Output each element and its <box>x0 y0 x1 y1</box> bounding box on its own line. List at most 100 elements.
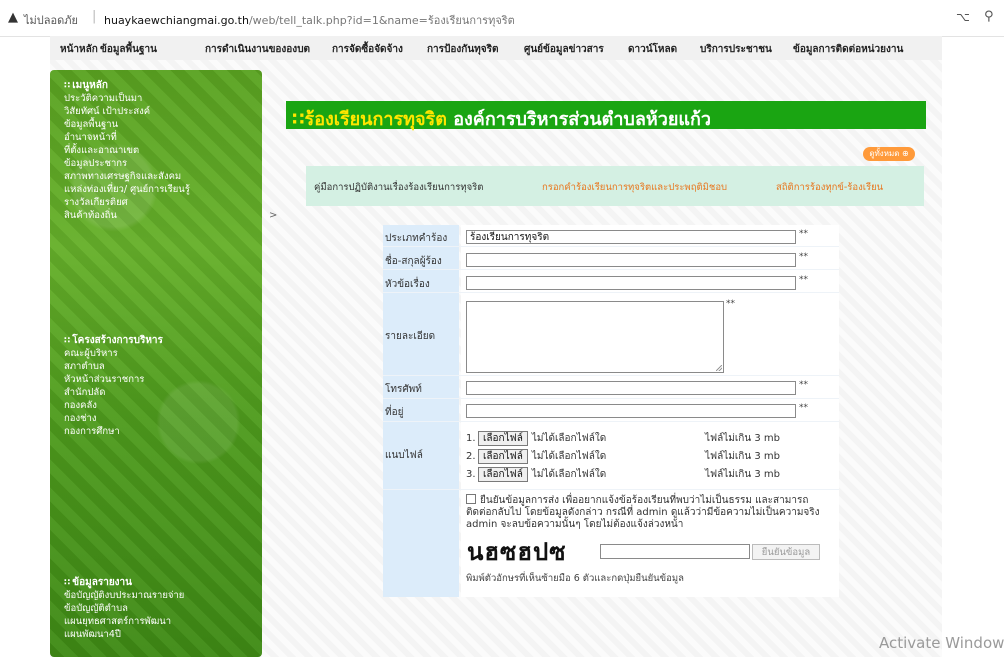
subject-label: หัวข้อเรื่อง <box>385 279 430 290</box>
required-mark: ** <box>799 380 808 390</box>
nav-item-contact[interactable]: ข้อมูลการติดต่อหน่วยงาน <box>793 42 903 57</box>
sidebar-item[interactable]: ข้อมูลพื้นฐาน <box>64 118 254 131</box>
nav-item-operations[interactable]: การดำเนินงานขององบต <box>205 42 310 57</box>
captcha-input[interactable] <box>600 544 750 559</box>
sidebar-item[interactable]: แผนยุทธศาสตร์การพัฒนา <box>64 615 254 628</box>
security-status[interactable]: ไม่ปลอดภัย <box>24 11 78 29</box>
grid-icon: ∷ <box>292 109 305 130</box>
nav-item-procurement[interactable]: การจัดซื้อจัดจ้าง <box>332 42 403 57</box>
page-title-bar: ∷ร้องเรียนการทุจริต องค์การบริหารส่วนตำบ… <box>286 101 926 130</box>
warning-icon[interactable]: ▲ <box>8 10 18 25</box>
complaint-form: ประเภทคำร้อง ร้องเรียนการทุจริต ** ชื่อ-… <box>383 225 839 597</box>
nav-item-anti-corruption[interactable]: การป้องกันทุจริต <box>427 42 498 57</box>
captcha-hint: พิมพ์ตัวอักษรที่เห็นซ้ายมือ 6 ตัวและกดปุ… <box>466 573 684 584</box>
required-mark: ** <box>799 403 808 413</box>
required-mark: ** <box>726 299 735 309</box>
sidebar-main-menu: ∷ เมนูหลัก ประวัติความเป็นมา วิสัยทัศน์ เ… <box>64 80 254 222</box>
row-divider <box>383 375 839 376</box>
confirm-submit-button[interactable]: ยืนยันข้อมูล <box>752 544 820 560</box>
nav-item-info-center[interactable]: ศูนย์ข้อมูลข่าวสาร <box>524 42 604 57</box>
tab-statistics[interactable]: สถิติการร้องทุกข์-ร้องเรียน <box>776 180 883 195</box>
confirm-checkbox[interactable] <box>466 494 476 504</box>
attach-label: แนบไฟล์ <box>385 450 423 461</box>
phone-input[interactable] <box>466 381 796 395</box>
page-title: ∷ร้องเรียนการทุจริต องค์การบริหารส่วนตำบ… <box>292 109 712 130</box>
nav-item-public-service[interactable]: บริการประชาชน <box>700 42 772 57</box>
choose-file-button[interactable]: เลือกไฟล์ <box>478 467 528 482</box>
nav-item-download[interactable]: ดาวน์โหลด <box>628 42 677 57</box>
phone-label: โทรศัพท์ <box>385 384 422 395</box>
sidebar-item[interactable]: สินค้าท้องถิ่น <box>64 209 254 222</box>
detail-label: รายละเอียด <box>385 331 436 342</box>
file-limit: ไฟล์ไม่เกิน 3 mb <box>705 469 780 480</box>
confirm-checkbox-label: ยืนยันข้อมูลการส่ง เพื่ออยากแจ้งข้อร้องเ… <box>466 494 820 530</box>
sidebar-item[interactable]: สำนักปลัด <box>64 386 254 399</box>
sidebar-heading: ∷ ข้อมูลรายงาน <box>64 577 133 588</box>
row-divider <box>383 398 839 399</box>
sidebar-heading: ∷ เมนูหลัก <box>64 80 108 91</box>
top-navigation: หน้าหลัก ข้อมูลพื้นฐาน การดำเนินงานขององ… <box>50 36 942 61</box>
address-label: ที่อยู่ <box>385 407 404 418</box>
chevron-right-icon: > <box>269 210 278 221</box>
sidebar-item[interactable]: ที่ตั้งและอาณาเขต <box>64 144 254 157</box>
name-input[interactable] <box>466 253 796 267</box>
tab-complaint-form[interactable]: กรอกคำร้องเรียนการทุจริตและประพฤติมิชอบ <box>542 180 727 195</box>
view-all-button[interactable]: ดูทั้งหมด ⊕ <box>863 147 915 161</box>
subject-input[interactable] <box>466 276 796 290</box>
sidebar-item[interactable]: หัวหน้าส่วนราชการ <box>64 373 254 386</box>
sidebar-item[interactable]: กองช่าง <box>64 412 254 425</box>
sidebar-item[interactable]: ข้อบัญญัติงบประมาณรายจ่าย <box>64 589 254 602</box>
type-label: ประเภทคำร้อง <box>385 233 448 244</box>
sidebar-item[interactable]: วิสัยทัศน์ เป้าประสงค์ <box>64 105 254 118</box>
url-path: /web/tell_talk.php?id=1&name=ร้องเรียนกา… <box>248 14 515 27</box>
sidebar-item[interactable]: ประวัติความเป็นมา <box>64 92 254 105</box>
name-label: ชื่อ-สกุลผู้ร้อง <box>385 256 442 267</box>
tab-bar: คู่มือการปฏิบัติงานเรื่องร้องเรียนการทุจ… <box>306 166 924 206</box>
sidebar-item[interactable]: สภาพทางเศรษฐกิจและสังคม <box>64 170 254 183</box>
url-field[interactable]: huaykaewchiangmai.go.th/web/tell_talk.ph… <box>104 11 515 29</box>
browser-address-bar: ▲ ไม่ปลอดภัย | huaykaewchiangmai.go.th/w… <box>0 0 1004 37</box>
sidebar-item[interactable]: อำนาจหน้าที่ <box>64 131 254 144</box>
file-status: ไม่ได้เลือกไฟล์ใด <box>531 433 607 444</box>
grid-icon: ∷ <box>64 578 71 588</box>
sidebar-reports: ∷ ข้อมูลรายงาน ข้อบัญญัติงบประมาณรายจ่าย … <box>64 577 254 641</box>
required-mark: ** <box>799 229 808 239</box>
sidebar-item[interactable]: คณะผู้บริหาร <box>64 347 254 360</box>
choose-file-button[interactable]: เลือกไฟล์ <box>478 431 528 446</box>
sidebar-item[interactable]: แหล่งท่องเที่ยว/ ศูนย์การเรียนรู้ <box>64 183 254 196</box>
address-input[interactable] <box>466 404 796 418</box>
file-limit: ไฟล์ไม่เกิน 3 mb <box>705 433 780 444</box>
row-divider <box>383 489 839 490</box>
resize-handle[interactable] <box>716 365 722 371</box>
sidebar-item[interactable]: แผนพัฒนา4ปี <box>64 628 254 641</box>
row-divider <box>383 246 839 247</box>
sidebar-item[interactable]: กองการศึกษา <box>64 425 254 438</box>
url-domain: huaykaewchiangmai.go.th <box>104 14 249 27</box>
tab-manual[interactable]: คู่มือการปฏิบัติงานเรื่องร้องเรียนการทุจ… <box>314 180 483 195</box>
choose-file-button[interactable]: เลือกไฟล์ <box>478 449 528 464</box>
sidebar-item[interactable]: สภาตำบล <box>64 360 254 373</box>
row-divider <box>383 292 839 293</box>
sidebar-item[interactable]: ข้อบัญญัติตำบล <box>64 602 254 615</box>
file-row: 3. เลือกไฟล์ ไม่ได้เลือกไฟล์ใด <box>466 467 607 482</box>
sidebar-item[interactable]: กองคลัง <box>64 399 254 412</box>
type-select[interactable]: ร้องเรียนการทุจริต <box>466 230 796 244</box>
nav-item-basic-info[interactable]: ข้อมูลพื้นฐาน <box>100 42 157 57</box>
file-status: ไม่ได้เลือกไฟล์ใด <box>531 451 607 462</box>
nav-item-home[interactable]: หน้าหลัก <box>60 42 98 57</box>
required-mark: ** <box>799 275 808 285</box>
search-icon[interactable]: ⚲ <box>984 9 994 24</box>
key-icon[interactable]: ⌥ <box>956 10 970 24</box>
detail-textarea[interactable] <box>466 301 724 373</box>
file-status: ไม่ได้เลือกไฟล์ใด <box>531 469 607 480</box>
file-row: 1. เลือกไฟล์ ไม่ได้เลือกไฟล์ใด <box>466 431 607 446</box>
grid-icon: ∷ <box>64 336 71 346</box>
row-divider <box>383 421 839 422</box>
row-divider <box>383 269 839 270</box>
windows-activation-watermark: Activate Window <box>879 634 1004 652</box>
required-mark: ** <box>799 252 808 262</box>
sidebar-item[interactable]: รางวัลเกียรติยศ <box>64 196 254 209</box>
sidebar-item[interactable]: ข้อมูลประชากร <box>64 157 254 170</box>
file-limit: ไฟล์ไม่เกิน 3 mb <box>705 451 780 462</box>
separator: | <box>92 9 97 24</box>
